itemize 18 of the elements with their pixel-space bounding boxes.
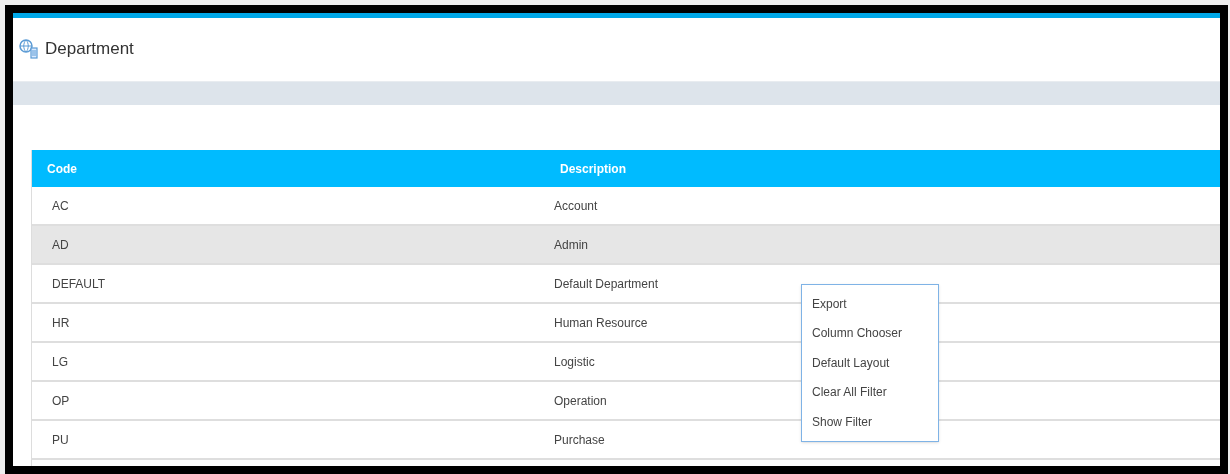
menu-item[interactable]: Default Layout [802, 348, 938, 378]
table-cell-text: OP [51, 392, 71, 410]
table-cell-text: DEFAULT [51, 275, 107, 293]
grid-row[interactable]: AD Admin [32, 226, 1220, 265]
table-cell-text: Account [554, 197, 598, 215]
table-cell-text: Purchase [554, 431, 605, 449]
table-cell-text: Admin [554, 236, 588, 254]
table-cell-text: Logistic [554, 353, 595, 371]
table-cell-text: Human Resource [554, 314, 648, 332]
table-cell-text: Default Department [554, 275, 659, 293]
table-cell-text: HR [51, 314, 71, 332]
page-title: Department [45, 37, 134, 60]
table-cell-text: PU [51, 431, 70, 449]
table-cell-text: LG [51, 353, 69, 371]
table-cell-text: AD [51, 236, 70, 254]
table-cell-text: Operation [554, 392, 607, 410]
globe-building-icon [19, 38, 39, 59]
table-cell-text: AC [51, 197, 70, 215]
